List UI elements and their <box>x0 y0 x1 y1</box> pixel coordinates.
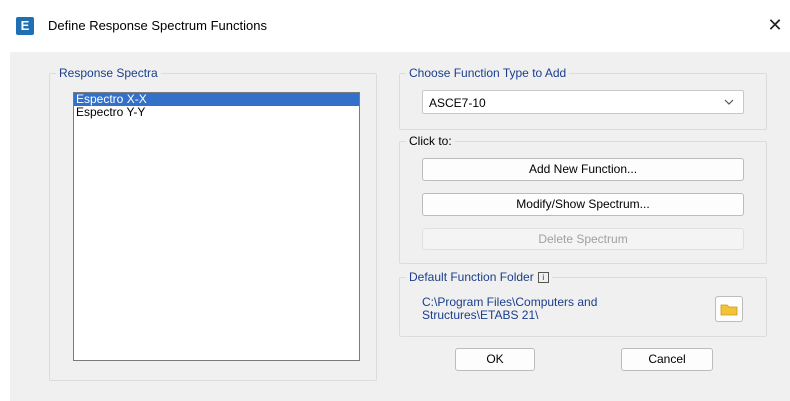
cancel-button[interactable]: Cancel <box>621 348 713 371</box>
title-bar[interactable]: E Define Response Spectrum Functions ✕ <box>10 0 790 52</box>
response-spectra-list[interactable]: Espectro X-X Espectro Y-Y <box>73 92 360 361</box>
chevron-down-icon <box>724 99 734 105</box>
define-response-spectrum-dialog: E Define Response Spectrum Functions ✕ R… <box>10 0 790 401</box>
add-new-function-button[interactable]: Add New Function... <box>422 158 744 181</box>
browse-folder-button[interactable] <box>715 296 743 322</box>
folder-icon <box>720 304 738 316</box>
default-folder-path-line2: Structures\ETABS 21\ <box>422 308 539 322</box>
function-type-dropdown[interactable]: ASCE7-10 <box>422 90 744 114</box>
dialog-client-area: Response Spectra Espectro X-X Espectro Y… <box>10 52 790 401</box>
list-item-espectro-yy[interactable]: Espectro Y-Y <box>74 106 359 119</box>
modify-show-spectrum-button[interactable]: Modify/Show Spectrum... <box>422 193 744 216</box>
function-type-value: ASCE7-10 <box>429 96 486 110</box>
default-folder-label: Default Function Folder <box>409 270 534 284</box>
default-folder-path: C:\Program Files\Computers and Structure… <box>422 296 692 322</box>
etabs-app-icon: E <box>16 17 34 35</box>
ok-button[interactable]: OK <box>455 348 535 371</box>
function-type-label: Choose Function Type to Add <box>406 66 570 80</box>
delete-spectrum-button[interactable]: Delete Spectrum <box>422 228 744 250</box>
info-icon[interactable]: i <box>537 272 549 284</box>
dialog-title: Define Response Spectrum Functions <box>48 18 267 33</box>
default-folder-label-wrap: Default Function Folder i <box>406 270 552 284</box>
click-to-label: Click to: <box>406 134 455 148</box>
close-button[interactable]: ✕ <box>760 12 790 38</box>
response-spectra-label: Response Spectra <box>56 66 161 80</box>
